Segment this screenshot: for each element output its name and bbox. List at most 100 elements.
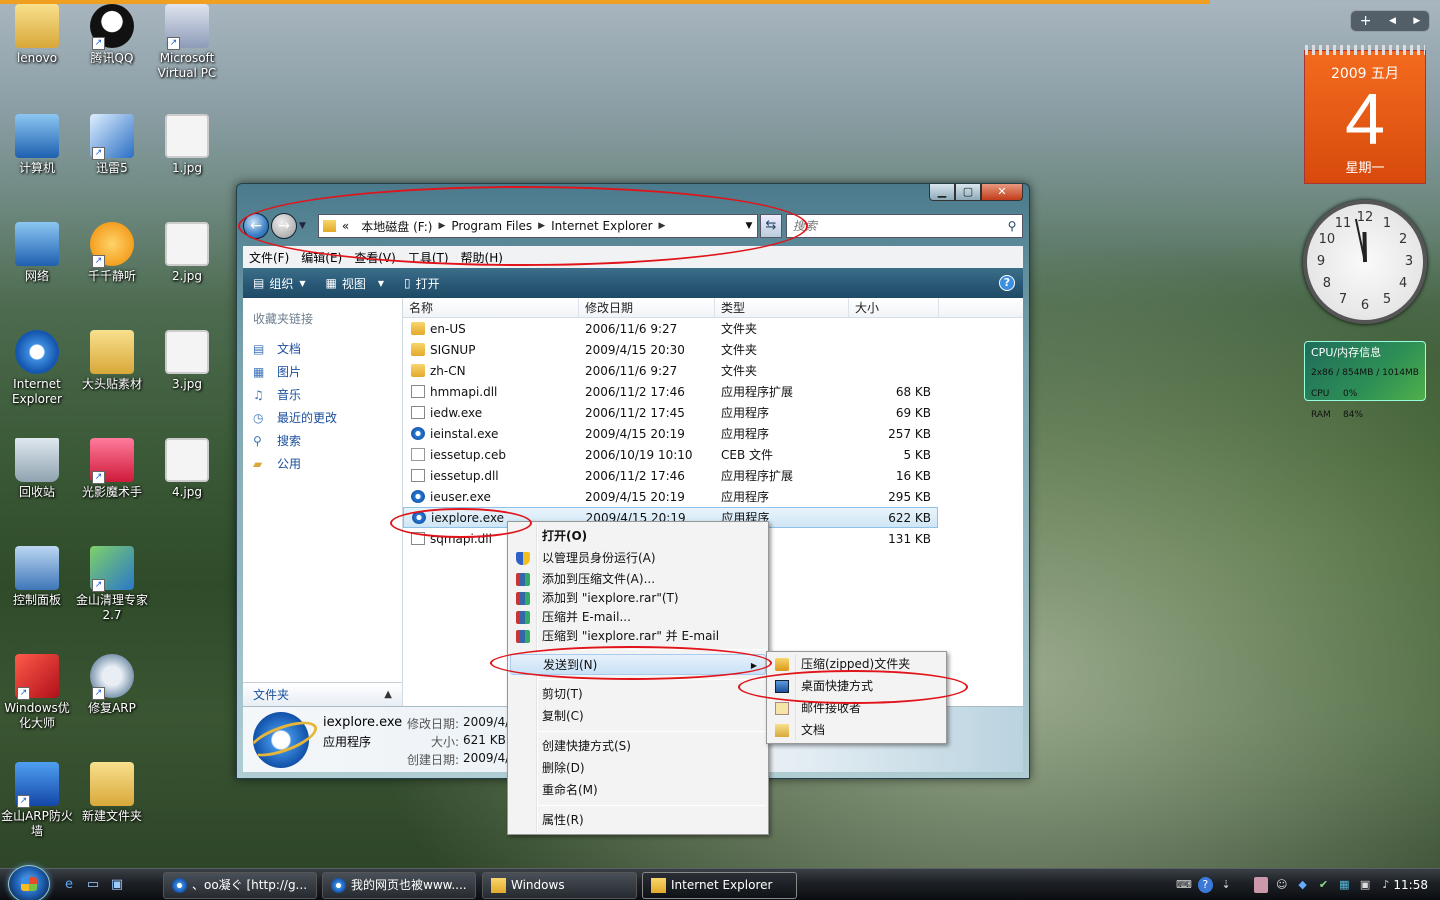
forward-button[interactable]: → (271, 213, 297, 239)
calendar-gadget[interactable]: 2009 五月 4 星期一 (1304, 45, 1426, 184)
menu-item-properties[interactable]: 属性(R) (510, 810, 766, 831)
next-icon[interactable]: ▶ (1413, 16, 1420, 26)
address-segment-internet-explorer[interactable]: Internet Explorer (545, 219, 658, 233)
file-row-en-us[interactable]: en-US 2006/11/6 9:27 文件夹 (403, 318, 1023, 339)
prev-icon[interactable]: ◀ (1389, 16, 1396, 26)
file-row-iedw-exe[interactable]: iedw.exe 2006/11/2 17:45 应用程序 69 KB (403, 402, 1023, 423)
desktop-icon-2jpg[interactable]: 2.jpg (150, 222, 224, 284)
menu-help[interactable]: 帮助(H) (455, 249, 509, 266)
close-button[interactable]: ✕ (981, 184, 1023, 201)
address-segment-drive[interactable]: 本地磁盘 (F:) (355, 218, 438, 235)
taskbar-item-0[interactable]: 、oo凝ぐ [http://g... (163, 872, 317, 899)
menu-item-send-to[interactable]: 发送到(N) ▶ (510, 654, 766, 675)
address-bar[interactable]: « 本地磁盘 (F:) ▶ Program Files ▶ Internet E… (317, 214, 758, 238)
tray-clock[interactable]: 11:58 (1393, 878, 1428, 892)
desktop-icon-qq[interactable]: ↗ 腾讯QQ (75, 4, 149, 66)
menu-item-create-shortcut[interactable]: 创建快捷方式(S) (510, 736, 766, 757)
chevron-down-icon[interactable]: ▼ (741, 221, 757, 231)
back-button[interactable]: ← (243, 213, 269, 239)
favorite-music[interactable]: ♫ 音乐 (243, 383, 402, 406)
file-row-iessetup-ceb[interactable]: iessetup.ceb 2006/10/19 10:10 CEB 文件 5 KB (403, 444, 1023, 465)
refresh-button[interactable]: ⇆ (759, 214, 782, 238)
menu-item-delete[interactable]: 删除(D) (510, 758, 766, 779)
menu-item-copy[interactable]: 复制(C) (510, 706, 766, 727)
desktop-icon-new-folder[interactable]: 新建文件夹 (75, 762, 149, 824)
folders-toggle[interactable]: 文件夹 ▲ (243, 682, 402, 706)
help-icon[interactable]: ? (1197, 877, 1213, 893)
desktop-icon-sticker-material[interactable]: 大头贴素材 (75, 330, 149, 392)
desktop-icon-windows-optimizer[interactable]: ↗ Windows优化大师 (0, 654, 74, 731)
file-row-zh-cn[interactable]: zh-CN 2006/11/6 9:27 文件夹 (403, 360, 1023, 381)
menu-item-add-to-archive[interactable]: 添加到压缩文件(A)... (510, 569, 766, 590)
menu-file[interactable]: 文件(F) (243, 249, 295, 266)
submenu-item-zipped-folder[interactable]: 压缩(zipped)文件夹 (769, 654, 944, 675)
shield-icon[interactable]: ◆ (1295, 877, 1310, 893)
desktop-icon-internet-explorer[interactable]: Internet Explorer (0, 330, 74, 407)
submenu-item-desktop-shortcut[interactable]: 桌面快捷方式 (769, 676, 944, 697)
open-button[interactable]: ▯ 打开 (394, 275, 450, 292)
search-input[interactable] (786, 216, 1002, 236)
menu-item-cut[interactable]: 剪切(T) (510, 684, 766, 705)
chevron-right-icon[interactable]: ▶ (538, 221, 545, 231)
clock-gadget[interactable]: 12 1 2 3 4 5 6 7 8 9 10 11 (1303, 200, 1427, 324)
menu-edit[interactable]: 编辑(E) (295, 249, 348, 266)
avatar[interactable] (1253, 877, 1269, 893)
desktop-icon-neoimaging[interactable]: ↗ 光影魔术手 (75, 438, 149, 500)
start-button[interactable] (8, 865, 50, 900)
desktop-icon-fix-arp[interactable]: ↗ 修复ARP (75, 654, 149, 716)
file-row-ieinstal-exe[interactable]: ieinstal.exe 2009/4/15 20:19 应用程序 257 KB (403, 423, 1023, 444)
internet-explorer-icon[interactable]: e (60, 876, 78, 894)
menu-item-run-as-admin[interactable]: 以管理员身份运行(A) (510, 548, 766, 569)
maximize-button[interactable]: ▢ (955, 184, 981, 201)
submenu-item-mail-recipient[interactable]: 邮件接收者 (769, 698, 944, 719)
favorite-recent-changes[interactable]: ◷ 最近的更改 (243, 406, 402, 429)
desktop-icon-ttplayer[interactable]: ↗ 千千静听 (75, 222, 149, 284)
desktop-icon-kingsoft-arp-firewall[interactable]: ↗ 金山ARP防火墙 (0, 762, 74, 839)
address-segment-program-files[interactable]: Program Files (445, 219, 538, 233)
taskbar-item-1[interactable]: 我的网页也被www.... (322, 872, 476, 899)
desktop-icon-lenovo[interactable]: lenovo (0, 4, 74, 66)
desktop-icon-kingsoft-cleaner[interactable]: ↗ 金山清理专家 2.7 (75, 546, 149, 623)
column-date-modified[interactable]: 修改日期 (579, 298, 715, 317)
search-icon[interactable]: ⚲ (1002, 219, 1022, 233)
keyboard-icon[interactable]: ⌨ (1176, 877, 1192, 893)
menu-item-add-to-rar[interactable]: 添加到 "iexplore.rar"(T) (510, 588, 766, 609)
menu-item-open[interactable]: 打开(O) (510, 526, 766, 547)
search-box[interactable]: ⚲ (785, 214, 1023, 238)
volume-icon[interactable]: ♪ (1379, 877, 1394, 893)
desktop-icon-network[interactable]: 网络 (0, 222, 74, 284)
desktop-icon-thunder[interactable]: ↗ 迅雷5 (75, 114, 149, 176)
column-name[interactable]: 名称 (403, 298, 579, 317)
add-gadget-icon[interactable]: + (1360, 13, 1372, 29)
chevron-right-icon[interactable]: ▶ (659, 221, 666, 231)
chevron-right-icon[interactable]: ▶ (438, 221, 445, 231)
file-row-hmmapi-dll[interactable]: hmmapi.dll 2006/11/2 17:46 应用程序扩展 68 KB (403, 381, 1023, 402)
desktop-icon-virtual-pc[interactable]: ↗ Microsoft Virtual PC (150, 4, 224, 81)
address-overflow[interactable]: « (336, 219, 355, 233)
menu-item-rename[interactable]: 重命名(M) (510, 780, 766, 801)
user-icon[interactable]: ☺ (1274, 877, 1289, 893)
file-row-signup[interactable]: SIGNUP 2009/4/15 20:30 文件夹 (403, 339, 1023, 360)
column-size[interactable]: 大小 (849, 298, 939, 317)
desktop-icon-control-panel[interactable]: 控制面板 (0, 546, 74, 608)
security-icon[interactable]: ✔ (1316, 877, 1331, 893)
file-row-ieuser-exe[interactable]: ieuser.exe 2009/4/15 20:19 应用程序 295 KB (403, 486, 1023, 507)
favorite-documents[interactable]: ▤ 文档 (243, 337, 402, 360)
menu-tools[interactable]: 工具(T) (402, 249, 455, 266)
favorite-searches[interactable]: ⚲ 搜索 (243, 429, 402, 452)
taskbar-item-3[interactable]: Internet Explorer (642, 872, 797, 899)
chevron-icon[interactable]: ⇣ (1219, 877, 1234, 893)
taskbar-item-2[interactable]: Windows (482, 872, 637, 899)
menu-item-compress-email[interactable]: 压缩并 E-mail... (510, 607, 766, 628)
cpu-meter-gadget[interactable]: CPU/内存信息 2x86 / 854MB / 1014MB CPU 0% RAM… (1304, 341, 1426, 420)
views-button[interactable]: ▦ 视图 ▼ (316, 275, 395, 292)
desktop-icon-computer[interactable]: 计算机 (0, 114, 74, 176)
switch-windows-icon[interactable]: ▣ (108, 876, 126, 894)
menu-view[interactable]: 查看(V) (348, 249, 402, 266)
desktop-icon-1jpg[interactable]: 1.jpg (150, 114, 224, 176)
show-desktop-icon[interactable]: ▭ (84, 876, 102, 894)
desktop-icon-recycle-bin[interactable]: 回收站 (0, 438, 74, 500)
network-icon[interactable]: ▣ (1358, 877, 1373, 893)
desktop-icon-3jpg[interactable]: 3.jpg (150, 330, 224, 392)
favorite-public[interactable]: ▰ 公用 (243, 452, 402, 475)
